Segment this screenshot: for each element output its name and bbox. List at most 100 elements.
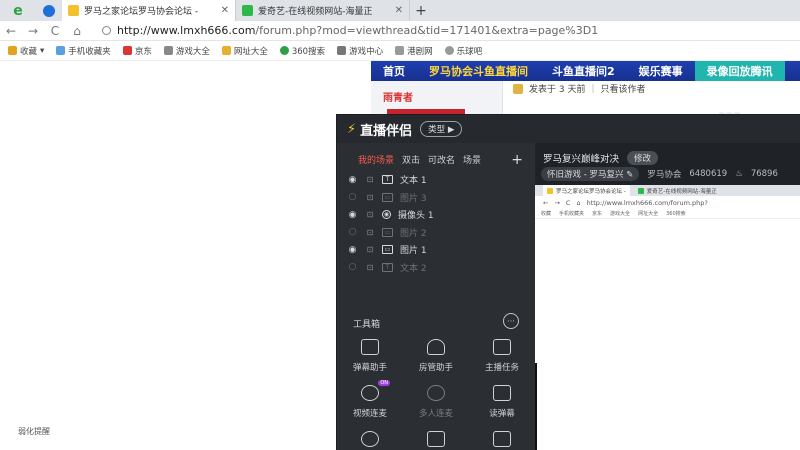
- site-info-icon[interactable]: [102, 26, 111, 35]
- camera-source-icon: ◉: [382, 210, 391, 220]
- tab-rename[interactable]: 可改名: [428, 153, 455, 166]
- viewer-count: 76896: [750, 169, 778, 179]
- browser-logo-icon[interactable]: e: [0, 0, 36, 21]
- download-icon: [361, 431, 379, 447]
- eye-hidden-icon[interactable]: ○: [347, 262, 358, 272]
- source-item[interactable]: ◉ ⊡ T 文本 1: [337, 171, 535, 189]
- eye-hidden-icon[interactable]: ○: [347, 192, 358, 202]
- toolbox-title: 工具箱: [353, 320, 381, 330]
- preview-tab-bar: 罗马之家论坛罗马协会论坛 - 爱奇艺-在线视频网站-海量正: [535, 185, 800, 196]
- bookmark-ball[interactable]: 乐球吧: [444, 45, 482, 57]
- mode-button[interactable]: 类型 ▶: [420, 121, 463, 137]
- bookmark-mobile[interactable]: 手机收藏夹: [56, 45, 111, 57]
- bookmark-web[interactable]: 网址大全: [221, 45, 268, 57]
- stream-title-row: 罗马复兴巅峰对决 修改: [543, 151, 659, 165]
- forum-nav-douyu2[interactable]: 斗鱼直播间2: [540, 63, 627, 79]
- lock-icon[interactable]: ⊡: [365, 210, 375, 219]
- forum-nav-events[interactable]: 娱乐赛事: [627, 63, 695, 79]
- pencil-icon: ✎: [626, 170, 634, 180]
- close-tab-icon[interactable]: ✕: [395, 5, 403, 16]
- url-host: http://www.lmxh666.com: [117, 24, 256, 37]
- navigation-icon[interactable]: [36, 0, 62, 21]
- eye-hidden-icon[interactable]: ○: [347, 227, 358, 237]
- bookmark-jd[interactable]: 京东: [122, 45, 152, 57]
- bookmark-games[interactable]: 游戏大全: [163, 45, 210, 57]
- edit-title-button[interactable]: 修改: [627, 151, 659, 165]
- source-item[interactable]: ◉ ⊡ ▭ 图片 1: [337, 241, 535, 259]
- author-name[interactable]: 雨青者: [383, 89, 413, 104]
- close-tab-icon[interactable]: ✕: [221, 5, 229, 16]
- source-item[interactable]: ○ ⊡ ▭ 图片 2: [337, 224, 535, 242]
- stream-preview[interactable]: 罗马之家论坛罗马协会论坛 - 爱奇艺-在线视频网站-海量正 ← → C ⌂ ht…: [535, 185, 800, 450]
- room-id: 6480619: [689, 169, 728, 179]
- lock-icon[interactable]: ⊡: [365, 228, 375, 237]
- eye-icon[interactable]: ◉: [347, 210, 358, 220]
- search360-icon: [279, 46, 289, 55]
- reload-button[interactable]: C: [44, 24, 66, 38]
- flame-icon: ♨: [735, 169, 743, 179]
- app-header: ⚡ 直播伴侣 类型 ▶: [337, 115, 800, 143]
- divider: |: [591, 83, 595, 94]
- home-icon: ⌂: [576, 198, 581, 207]
- gamecenter-icon: [337, 46, 347, 55]
- category-selector[interactable]: 怀旧游戏 - 罗马复兴 ✎: [541, 167, 640, 181]
- tool-video-link[interactable]: ON 视频连麦: [337, 380, 403, 419]
- source-label: 图片 2: [400, 228, 427, 239]
- source-label: 文本 1: [400, 176, 427, 187]
- lock-icon[interactable]: ⊡: [365, 245, 375, 254]
- chevron-down-icon: ▾: [40, 45, 45, 56]
- text-source-icon: T: [382, 175, 393, 185]
- tool-room-admin[interactable]: 房管助手: [403, 339, 469, 373]
- source-item[interactable]: ○ ⊡ ▭ 图片 3: [337, 189, 535, 207]
- preview-bookmarks: 收藏 手机收藏夹 京东 游戏大全 网址大全 360搜索: [535, 209, 800, 219]
- source-label: 摄像头 1: [398, 211, 434, 222]
- add-scene-button[interactable]: +: [511, 152, 523, 168]
- forward-button[interactable]: →: [22, 24, 44, 38]
- url-path: /forum.php?mod=viewthread&tid=171401&ext…: [255, 24, 599, 37]
- back-button[interactable]: ←: [0, 24, 22, 38]
- bookmarks-bar: 收藏 ▾ 手机收藏夹 京东 游戏大全 网址大全 360搜索 游戏中心 港剧网 乐球…: [0, 41, 800, 61]
- tab-double-click[interactable]: 双击: [402, 153, 420, 166]
- preview-tab: 爱奇艺-在线视频网站-海量正: [634, 187, 721, 195]
- tool-doc[interactable]: [469, 431, 535, 447]
- tool-multi-link[interactable]: 多人连麦: [403, 385, 469, 419]
- image-source-icon: ▭: [382, 245, 393, 255]
- tab-forum[interactable]: 罗马之家论坛罗马协会论坛 - ✕: [62, 0, 236, 21]
- tab-iqiyi[interactable]: 爱奇艺-在线视频网站-海量正 ✕: [236, 0, 410, 21]
- iqiyi-favicon-icon: [637, 187, 644, 194]
- screen: e 罗马之家论坛罗马协会论坛 - ✕ 爱奇艺-在线视频网站-海量正 ✕ + ← …: [0, 0, 800, 450]
- source-item[interactable]: ◉ ⊡ ◉ 摄像头 1: [337, 206, 535, 224]
- eye-icon[interactable]: ◉: [347, 245, 358, 255]
- tab-my-scenes[interactable]: 我的场景: [358, 153, 394, 166]
- bookmark-favorites[interactable]: 收藏 ▾: [8, 45, 44, 57]
- forum-nav-replay[interactable]: 录像回放腾讯: [694, 61, 785, 81]
- ball-icon: [444, 46, 454, 55]
- bookmark-hk-drama[interactable]: 港剧网: [395, 45, 433, 57]
- lock-icon[interactable]: ⊡: [365, 193, 375, 202]
- more-icon[interactable]: ···: [503, 313, 519, 329]
- bookmark-game-center[interactable]: 游戏中心: [337, 45, 383, 57]
- source-item[interactable]: ○ ⊡ T 文本 2: [337, 259, 535, 277]
- lock-icon[interactable]: ⊡: [365, 263, 375, 272]
- forum-nav-home[interactable]: 首页: [371, 63, 417, 79]
- tool-danmaku-helper[interactable]: 弹幕助手: [337, 339, 403, 373]
- tab-scene[interactable]: 场景: [463, 153, 481, 166]
- channel-name: 罗马协会: [647, 170, 682, 180]
- bookmark-360[interactable]: 360搜索: [279, 45, 325, 57]
- eye-icon[interactable]: ◉: [347, 175, 358, 185]
- lock-icon[interactable]: ⊡: [365, 175, 375, 184]
- scene-sidebar: 我的场景 双击 可改名 场景 + ◉ ⊡ T 文本 1 ○ ⊡ ▭ 图片 3 ◉ ⊡: [337, 143, 535, 450]
- forum-nav-douyu[interactable]: 罗马协会斗鱼直播间: [417, 63, 540, 79]
- tool-host-tasks[interactable]: 主播任务: [469, 339, 535, 373]
- new-tab-button[interactable]: +: [410, 0, 432, 21]
- only-author-link[interactable]: 只看该作者: [601, 82, 646, 95]
- home-button[interactable]: ⌂: [66, 24, 88, 38]
- tool-tv[interactable]: [403, 431, 469, 447]
- preview-tab: 罗马之家论坛罗马协会论坛 -: [543, 185, 630, 196]
- jd-icon: [122, 46, 132, 55]
- forum-favicon-icon: [68, 5, 79, 16]
- tool-download[interactable]: [337, 431, 403, 447]
- url-field[interactable]: http://www.lmxh666.com/forum.php?mod=vie…: [102, 24, 598, 37]
- tool-read-danmaku[interactable]: 读弹幕: [469, 385, 535, 419]
- forum-favicon-icon: [547, 187, 553, 194]
